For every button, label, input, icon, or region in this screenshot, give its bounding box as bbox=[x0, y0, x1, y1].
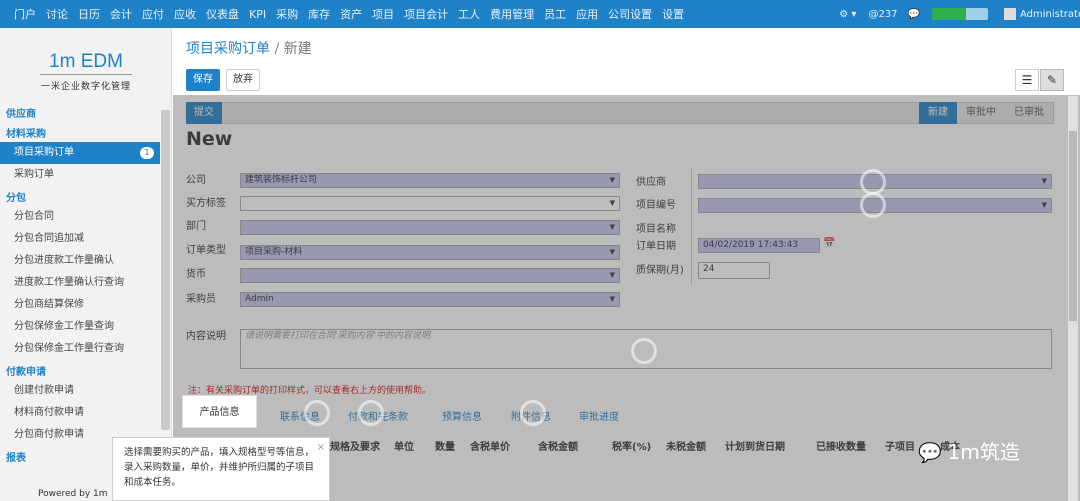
top-menu-item[interactable]: 会计 bbox=[110, 6, 132, 22]
progress-bar bbox=[932, 8, 988, 20]
tour-tooltip: × 选择需要购买的产品，填入规格型号等信息，录入采购数量，单价，并维护所归属的子… bbox=[112, 437, 330, 501]
top-menu-item[interactable]: KPI bbox=[249, 8, 266, 21]
sidebar-item-label: 分包合同 bbox=[14, 211, 54, 222]
sidebar-item-label: 项目采购订单 bbox=[14, 147, 74, 158]
gear-icon[interactable]: ⚙ ▾ bbox=[839, 9, 856, 20]
top-menu-item[interactable]: 应付 bbox=[142, 6, 164, 22]
sidebar-scrollbar[interactable] bbox=[161, 110, 170, 430]
top-menu-item[interactable]: 应收 bbox=[174, 6, 196, 22]
top-navbar: 门户 讨论 日历 会计 应付 应收 仪表盘 KPI 采购 库存 资产 项目 项目会计 工人 费用管理 员工 应用… bbox=[0, 0, 1080, 28]
sidebar-item-label: 创建付款申请 bbox=[14, 385, 74, 396]
sidebar-section: 供应商 bbox=[0, 108, 160, 122]
sidebar-item[interactable]: 项目采购订单 1 bbox=[0, 142, 160, 164]
sidebar-item[interactable]: 采购订单 bbox=[0, 164, 160, 186]
sidebar-item-label: 付款申请 bbox=[6, 367, 46, 378]
sidebar-item-label: 供应商 bbox=[6, 109, 36, 120]
sidebar-item[interactable]: 分包合同追加减 bbox=[0, 228, 160, 250]
logo: 1m EDM 一米企业数字化管理 bbox=[40, 50, 132, 96]
top-menu-item[interactable]: 库存 bbox=[308, 6, 330, 22]
sidebar-item-label: 分包商结算保修 bbox=[14, 299, 84, 310]
watermark-text: 1m筑造 bbox=[947, 440, 1020, 464]
form-view-icon[interactable]: ✎ bbox=[1040, 69, 1064, 91]
sidebar-item-label: 分包合同追加减 bbox=[14, 233, 84, 244]
sidebar-item[interactable]: 创建付款申请 bbox=[0, 380, 160, 402]
top-menu: 门户 讨论 日历 会计 应付 应收 仪表盘 KPI 采购 库存 资产 项目 项目会计 工人 费用管理 员工 应用… bbox=[14, 0, 694, 28]
sidebar-section: 分包 bbox=[0, 192, 160, 206]
sidebar-item-label: 材料采购 bbox=[6, 129, 46, 140]
save-button[interactable]: 保存 bbox=[186, 69, 220, 91]
sidebar-item[interactable]: 分包进度款工作量确认 bbox=[0, 250, 160, 272]
tab-product-info-highlight[interactable]: 产品信息 bbox=[182, 395, 257, 428]
breadcrumb: 项目采购订单 / 新建 bbox=[186, 41, 312, 57]
logo-subtitle: 一米企业数字化管理 bbox=[40, 82, 131, 92]
sidebar-item-label: 报表 bbox=[6, 453, 26, 464]
top-menu-item[interactable]: 项目会计 bbox=[404, 6, 448, 22]
user-name[interactable]: Administrator bbox=[1020, 9, 1080, 20]
watermark: 💬 1m筑造 bbox=[918, 436, 1020, 465]
tour-hotspot[interactable] bbox=[520, 400, 546, 426]
wechat-icon: 💬 bbox=[918, 442, 942, 464]
badge-count: 1 bbox=[140, 147, 154, 159]
top-menu-item[interactable]: 项目 bbox=[372, 6, 394, 22]
sidebar-item[interactable]: 分包商结算保修 bbox=[0, 294, 160, 316]
top-menu-item[interactable]: 门户 bbox=[14, 6, 36, 22]
top-menu-item[interactable]: 公司设置 bbox=[608, 6, 652, 22]
top-menu-item[interactable]: 采购 bbox=[276, 6, 298, 22]
top-menu-item[interactable]: 员工 bbox=[544, 6, 566, 22]
avatar[interactable] bbox=[1004, 8, 1016, 20]
tour-hotspot[interactable] bbox=[631, 338, 657, 364]
chat-bubble-icon[interactable]: 💬 bbox=[908, 9, 920, 20]
sidebar-item-label: 分包商付款申请 bbox=[14, 429, 84, 440]
discard-button[interactable]: 放弃 bbox=[226, 69, 260, 91]
sidebar-section: 付款申请 bbox=[0, 366, 160, 380]
top-menu-item[interactable]: 讨论 bbox=[46, 6, 68, 22]
sidebar-item-label: 分包进度款工作量确认 bbox=[14, 255, 114, 266]
sidebar-item[interactable]: 分包保修金工作量查询 bbox=[0, 316, 160, 338]
top-menu-item[interactable]: 费用管理 bbox=[490, 6, 534, 22]
top-menu-item[interactable]: 仪表盘 bbox=[206, 6, 239, 22]
top-menu-item[interactable]: 设置 bbox=[662, 6, 684, 22]
sidebar-item[interactable]: 进度款工作量确认行查询 bbox=[0, 272, 160, 294]
topbar-right: ⚙ ▾ @237 💬 Administrator bbox=[839, 0, 1080, 28]
top-menu-item[interactable]: 应用 bbox=[576, 6, 598, 22]
sidebar-item[interactable]: 材料商付款申请 bbox=[0, 402, 160, 424]
tour-hotspot[interactable] bbox=[358, 400, 384, 426]
chat-counter[interactable]: @237 bbox=[868, 9, 897, 20]
sidebar: 1m EDM 一米企业数字化管理 供应商材料采购项目采购订单 1 采购订单分包分包合… bbox=[0, 28, 172, 501]
top-menu-item[interactable]: 资产 bbox=[340, 6, 362, 22]
sidebar-item-label: 分包保修金工作量查询 bbox=[14, 321, 114, 332]
top-menu-item[interactable]: 日历 bbox=[78, 6, 100, 22]
sidebar-item[interactable]: 分包保修金工作量行查询 bbox=[0, 338, 160, 360]
sidebar-section: 材料采购 bbox=[0, 128, 160, 142]
tour-hotspot[interactable] bbox=[304, 400, 330, 426]
close-icon[interactable]: × bbox=[317, 440, 325, 455]
tour-hotspot[interactable] bbox=[860, 192, 886, 218]
breadcrumb-link[interactable]: 项目采购订单 bbox=[186, 41, 270, 57]
logo-title: 1m EDM bbox=[40, 50, 132, 75]
sidebar-nav: 供应商材料采购项目采购订单 1 采购订单分包分包合同分包合同追加减分包进度款工作量确… bbox=[0, 108, 160, 466]
sidebar-item-label: 分包 bbox=[6, 193, 26, 204]
tooltip-text: 选择需要购买的产品，填入规格型号等信息，录入采购数量，单价，并维护所归属的子项目… bbox=[124, 447, 315, 488]
sidebar-item-label: 采购订单 bbox=[14, 169, 54, 180]
list-view-icon[interactable]: ☰ bbox=[1015, 69, 1039, 91]
sidebar-item-label: 分包保修金工作量行查询 bbox=[14, 343, 124, 354]
top-menu-item[interactable]: 工人 bbox=[458, 6, 480, 22]
main-scrollbar[interactable] bbox=[1068, 96, 1078, 501]
sidebar-item-label: 材料商付款申请 bbox=[14, 407, 84, 418]
powered-by: Powered by 1m bbox=[38, 489, 108, 499]
sidebar-item-label: 进度款工作量确认行查询 bbox=[14, 277, 124, 288]
sidebar-item[interactable]: 分包合同 bbox=[0, 206, 160, 228]
breadcrumb-current: 新建 bbox=[283, 41, 312, 57]
